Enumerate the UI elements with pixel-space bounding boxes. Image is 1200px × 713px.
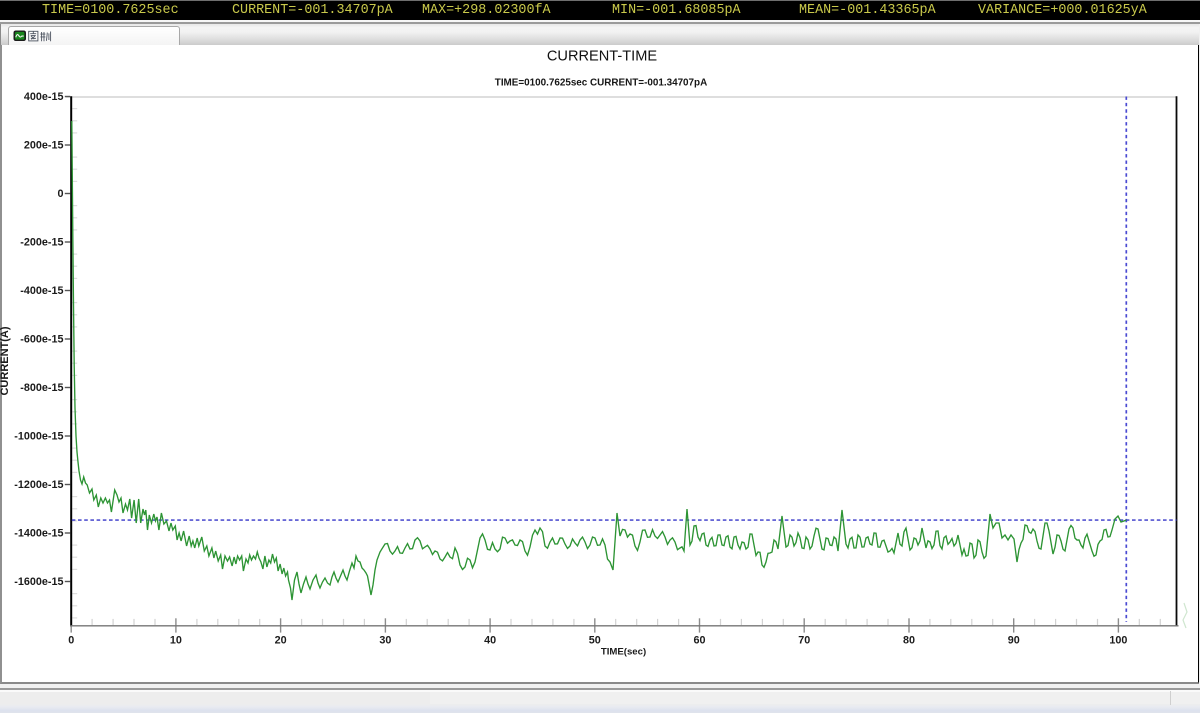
svg-text:90: 90 <box>1008 635 1020 647</box>
svg-text:20: 20 <box>275 635 287 647</box>
svg-text:50: 50 <box>589 635 601 647</box>
svg-text:60: 60 <box>693 635 705 647</box>
svg-text:0: 0 <box>68 635 74 647</box>
svg-text:-1200e-15: -1200e-15 <box>14 479 63 491</box>
svg-text:CURRENT-TIME: CURRENT-TIME <box>547 49 658 65</box>
svg-text:80: 80 <box>903 635 915 647</box>
svg-text:-800e-15: -800e-15 <box>20 382 63 394</box>
svg-text:400e-15: 400e-15 <box>24 91 64 103</box>
svg-text:10: 10 <box>170 635 182 647</box>
svg-text:70: 70 <box>798 635 810 647</box>
svg-text:-400e-15: -400e-15 <box>20 285 63 297</box>
svg-text:CURRENT(A): CURRENT(A) <box>0 326 11 395</box>
svg-text:TIME(sec): TIME(sec) <box>601 647 646 658</box>
svg-text:-1600e-15: -1600e-15 <box>14 576 63 588</box>
svg-text:30: 30 <box>379 635 391 647</box>
svg-text:-600e-15: -600e-15 <box>20 333 63 345</box>
svg-text:-1400e-15: -1400e-15 <box>14 527 63 539</box>
svg-text:TIME=0100.7625sec CURRENT=-001: TIME=0100.7625sec CURRENT=-001.34707pA <box>495 77 707 88</box>
svg-text:40: 40 <box>484 635 496 647</box>
svg-text:-1000e-15: -1000e-15 <box>14 430 63 442</box>
svg-text:-200e-15: -200e-15 <box>20 236 63 248</box>
svg-text:200e-15: 200e-15 <box>24 139 64 151</box>
svg-text:100: 100 <box>1109 635 1127 647</box>
svg-text:0: 0 <box>57 188 63 200</box>
